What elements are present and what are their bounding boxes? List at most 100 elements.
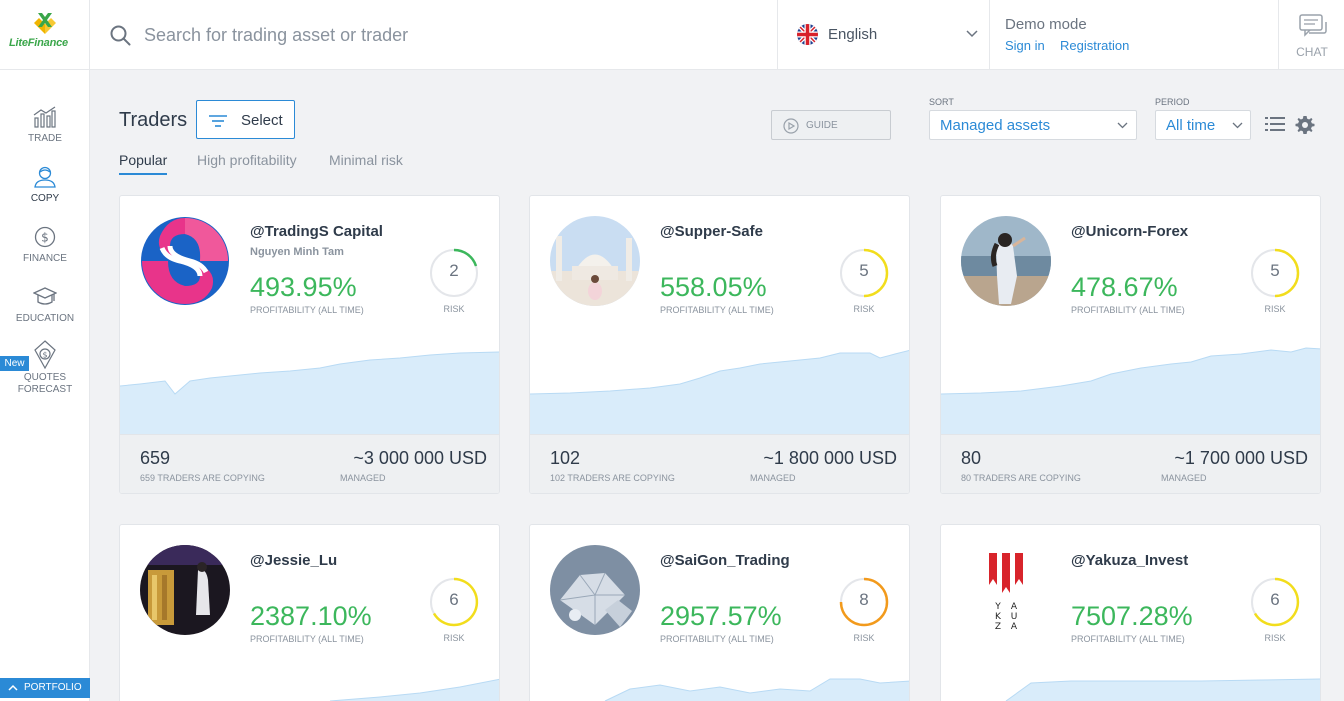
copiers-count: 80 <box>961 448 982 468</box>
avatar: Y A K U Z A <box>961 545 1051 635</box>
tab-minimal-risk[interactable]: Minimal risk <box>329 152 403 173</box>
profitability-label: PROFITABILITY (ALL TIME) <box>250 634 364 644</box>
avatar <box>140 545 230 635</box>
logo-text: LiteFinance <box>9 37 68 49</box>
risk-gauge: 6 <box>1250 577 1300 627</box>
sidebar-item-finance[interactable]: $ FINANCE <box>0 226 90 282</box>
risk-label: RISK <box>1264 304 1286 314</box>
risk-value: 6 <box>449 590 459 609</box>
sidebar-item-education[interactable]: EDUCATION <box>0 286 90 342</box>
chevron-down-icon <box>1117 122 1128 129</box>
chat-label: CHAT <box>1296 45 1328 59</box>
sidebar: TRADE COPY $ FINANCE EDUCATION $ QUOTES … <box>0 70 90 701</box>
avatar <box>550 545 640 635</box>
profitability-value: 478.67% <box>1071 272 1178 302</box>
risk-gauge: 8 <box>839 577 889 627</box>
risk-value: 5 <box>1270 261 1280 280</box>
person-icon <box>34 166 56 188</box>
copiers-count: 659 <box>140 448 171 468</box>
language-label: English <box>828 26 878 43</box>
search-bar <box>90 0 778 70</box>
select-filter-button[interactable]: Select <box>196 100 295 139</box>
portfolio-label: PORTFOLIO <box>24 682 82 693</box>
risk-value: 6 <box>1270 590 1280 609</box>
chevron-down-icon <box>966 30 978 38</box>
profit-chart <box>1005 678 1320 701</box>
risk-label: RISK <box>443 633 465 643</box>
trader-card[interactable]: @Unicorn-Forex 478.67% PROFITABILITY (AL… <box>940 195 1321 494</box>
sign-in-link[interactable]: Sign in <box>1005 38 1045 53</box>
svg-text:Z: Z <box>995 622 1001 632</box>
chart-icon <box>33 106 56 128</box>
risk-gauge: 2 <box>429 248 479 298</box>
copiers-label: 659 TRADERS ARE COPYING <box>140 473 265 483</box>
svg-text:A: A <box>1011 622 1018 632</box>
profitability-label: PROFITABILITY (ALL TIME) <box>1071 305 1185 315</box>
trader-card[interactable]: @Jessie_Lu 2387.10% PROFITABILITY (ALL T… <box>119 524 500 701</box>
managed-label: MANAGED <box>1161 473 1207 483</box>
chat-button[interactable]: CHAT <box>1278 0 1344 70</box>
demo-mode-label: Demo mode <box>1005 16 1087 33</box>
tab-high-profitability[interactable]: High profitability <box>197 152 297 173</box>
trader-full-name: Nguyen Minh Tam <box>250 246 344 258</box>
sidebar-item-label: TRADE <box>28 133 62 144</box>
avatar <box>140 216 230 306</box>
risk-gauge: 5 <box>1250 248 1300 298</box>
graduation-cap-icon <box>33 287 57 305</box>
profitability-value: 558.05% <box>660 272 767 302</box>
uk-flag-icon <box>797 24 818 45</box>
list-view-icon[interactable] <box>1265 116 1285 132</box>
guide-button[interactable]: GUIDE <box>771 110 891 140</box>
profitability-label: PROFITABILITY (ALL TIME) <box>250 305 364 315</box>
trader-card[interactable]: Y A K U Z A @Yakuza_Invest 7507.28% PROF… <box>940 524 1321 701</box>
page-title: Traders <box>119 109 188 131</box>
profitability-value: 493.95% <box>250 272 357 302</box>
card-footer: 102 102 TRADERS ARE COPYING ~1 800 000 U… <box>530 434 909 493</box>
language-selector[interactable]: English <box>778 0 990 70</box>
profit-chart <box>530 349 909 434</box>
sidebar-item-trade[interactable]: TRADE <box>0 106 90 162</box>
trader-card[interactable]: @SaiGon_Trading 2957.57% PROFITABILITY (… <box>529 524 910 701</box>
trader-name: @Yakuza_Invest <box>1071 552 1189 569</box>
filter-icon <box>209 115 227 127</box>
period-label: PERIOD <box>1155 97 1190 107</box>
svg-text:$: $ <box>42 351 47 360</box>
chevron-up-icon <box>8 684 18 691</box>
account-area: Demo mode Sign in Registration <box>990 0 1278 70</box>
risk-gauge: 6 <box>429 577 479 627</box>
tab-popular[interactable]: Popular <box>119 152 168 175</box>
profitability-value: 7507.28% <box>1071 601 1193 631</box>
sort-dropdown[interactable]: Managed assets <box>929 110 1137 140</box>
profit-chart <box>329 678 499 701</box>
chevron-down-icon <box>1232 122 1243 129</box>
logo[interactable]: LiteFinance <box>0 0 90 70</box>
period-dropdown[interactable]: All time <box>1155 110 1251 140</box>
trader-name: @Jessie_Lu <box>250 552 338 569</box>
gear-icon[interactable] <box>1295 115 1315 135</box>
search-input[interactable] <box>144 20 744 50</box>
trader-card[interactable]: @TradingS Capital Nguyen Minh Tam 493.95… <box>119 195 500 494</box>
portfolio-button[interactable]: PORTFOLIO <box>0 678 90 698</box>
logo-icon <box>34 13 56 34</box>
sort-value: Managed assets <box>940 117 1051 134</box>
copiers-count: 102 <box>550 448 581 468</box>
profit-chart <box>604 678 909 701</box>
sidebar-item-label: FINANCE <box>23 253 67 264</box>
risk-value: 2 <box>449 261 459 280</box>
risk-label: RISK <box>443 304 465 314</box>
sort-label: SORT <box>929 97 954 107</box>
forecast-icon: $ <box>34 340 56 370</box>
copiers-label: 102 TRADERS ARE COPYING <box>550 473 675 483</box>
dollar-icon: $ <box>34 226 56 248</box>
card-footer: 659 659 TRADERS ARE COPYING ~3 000 000 U… <box>120 434 499 493</box>
trader-card[interactable]: @Supper-Safe 558.05% PROFITABILITY (ALL … <box>529 195 910 494</box>
avatar <box>961 216 1051 306</box>
new-badge: New <box>0 356 29 371</box>
managed-assets: ~3 000 000 USD <box>353 448 487 468</box>
sidebar-item-copy[interactable]: COPY <box>0 166 90 222</box>
trader-name: @Unicorn-Forex <box>1071 223 1189 240</box>
registration-link[interactable]: Registration <box>1060 38 1129 53</box>
profitability-value: 2387.10% <box>250 601 372 631</box>
card-footer: 80 80 TRADERS ARE COPYING ~1 700 000 USD… <box>941 434 1320 493</box>
profitability-label: PROFITABILITY (ALL TIME) <box>660 305 774 315</box>
